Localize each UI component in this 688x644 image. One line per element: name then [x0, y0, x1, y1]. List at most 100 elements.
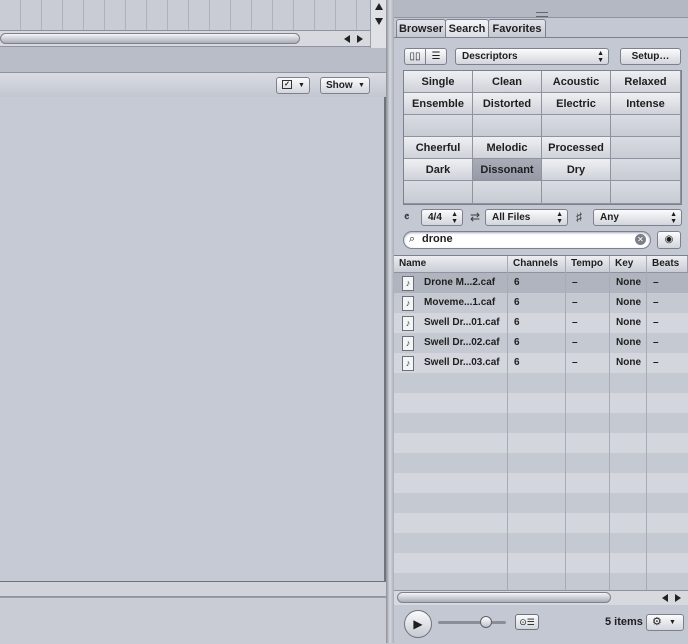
- volume-slider[interactable]: [438, 621, 506, 624]
- preview-mode-button[interactable]: ⊙☰: [515, 614, 539, 630]
- preview-bar: ▶ ⊙☰ 5 items ⚙ ▼: [394, 605, 688, 643]
- keyword-button[interactable]: [542, 115, 611, 137]
- column-header[interactable]: Tempo: [566, 256, 610, 272]
- editor-canvas[interactable]: [0, 97, 386, 581]
- cell-tempo: –: [572, 317, 578, 328]
- keyword-button[interactable]: Clean: [473, 71, 542, 93]
- keyword-button[interactable]: Relaxed: [611, 71, 681, 93]
- file-type-select[interactable]: All Files ▲ ▼: [485, 209, 568, 226]
- table-row: [394, 373, 688, 393]
- keyword-button[interactable]: [611, 115, 681, 137]
- show-label: Show: [326, 80, 353, 91]
- keyword-button[interactable]: [404, 181, 473, 204]
- search-options-button[interactable]: ◉: [657, 231, 681, 249]
- list-view-icon[interactable]: ☰: [426, 49, 446, 64]
- keyword-button[interactable]: [404, 115, 473, 137]
- chevron-updown-icon: ▲ ▼: [597, 50, 604, 64]
- scroll-right-arrow-icon[interactable]: [675, 594, 681, 602]
- search-icon: ⌕: [409, 233, 416, 245]
- column-header[interactable]: Beats: [647, 256, 688, 272]
- volume-slider-knob[interactable]: [480, 616, 492, 628]
- keyword-button[interactable]: Processed: [542, 137, 611, 159]
- keyword-button[interactable]: Dark: [404, 159, 473, 181]
- keyword-button[interactable]: Electric: [542, 93, 611, 115]
- scroll-down-arrow-icon[interactable]: [375, 18, 383, 25]
- tab-search[interactable]: Search: [445, 19, 489, 38]
- keyword-button[interactable]: [611, 181, 681, 204]
- keyword-button[interactable]: [611, 137, 681, 159]
- view-options-button[interactable]: ✓ ▼: [276, 77, 310, 94]
- cell-name: Swell Dr...01.caf: [424, 317, 500, 328]
- column-view-icon[interactable]: ▯▯: [405, 49, 426, 64]
- audio-file-icon: ♪: [402, 336, 414, 351]
- column-header[interactable]: Key: [610, 256, 647, 272]
- arrange-area: ✓ ▼ Show ▼: [0, 0, 387, 644]
- chevron-updown-icon: ▲ ▼: [451, 211, 458, 225]
- audio-file-icon: ♪: [402, 276, 414, 291]
- view-mode-select[interactable]: Descriptors ▲ ▼: [455, 48, 609, 65]
- panel-divider[interactable]: [386, 0, 394, 643]
- action-menu-button[interactable]: ⚙ ▼: [646, 614, 684, 631]
- tab-favorites[interactable]: Favorites: [488, 19, 546, 38]
- keyword-button[interactable]: Ensemble: [404, 93, 473, 115]
- play-button[interactable]: ▶: [404, 610, 432, 638]
- clear-search-icon[interactable]: ✕: [635, 234, 646, 245]
- cell-channels: 6: [514, 317, 520, 328]
- keyword-button[interactable]: Dissonant: [473, 159, 542, 181]
- scroll-right-arrow-icon[interactable]: [357, 35, 363, 43]
- scroll-left-arrow-icon[interactable]: [344, 35, 350, 43]
- vertical-scrollbar[interactable]: [370, 0, 387, 48]
- cell-beats: –: [653, 277, 659, 288]
- preview-list-icon: ⊙☰: [519, 617, 535, 627]
- table-row[interactable]: Moveme...1.caf 6 – None – ♪: [394, 293, 688, 313]
- time-signature-select[interactable]: 4/4 ▲ ▼: [421, 209, 463, 226]
- keyword-button[interactable]: Dry: [542, 159, 611, 181]
- keyword-button[interactable]: [473, 115, 542, 137]
- table-row[interactable]: Swell Dr...01.caf 6 – None – ♪: [394, 313, 688, 333]
- show-menu-button[interactable]: Show ▼: [320, 77, 370, 94]
- editor-scroll-bar[interactable]: [0, 581, 386, 597]
- timeline-ruler[interactable]: [0, 0, 370, 31]
- cell-name: Drone M...2.caf: [424, 277, 496, 288]
- table-row: [394, 413, 688, 433]
- setup-button[interactable]: Setup…: [620, 48, 681, 65]
- keyword-button[interactable]: Cheerful: [404, 137, 473, 159]
- table-row[interactable]: Swell Dr...02.caf 6 – None – ♪: [394, 333, 688, 353]
- results-horizontal-scrollbar[interactable]: [394, 590, 688, 606]
- keyword-button[interactable]: Melodic: [473, 137, 542, 159]
- scroll-left-arrow-icon[interactable]: [662, 594, 668, 602]
- keyword-button[interactable]: [542, 181, 611, 204]
- cell-key: None: [616, 277, 641, 288]
- column-header[interactable]: Channels: [508, 256, 566, 272]
- chevron-updown-icon: ▲ ▼: [556, 211, 563, 225]
- chevron-down-icon: ▼: [298, 82, 305, 89]
- audio-file-icon: ♪: [402, 296, 414, 311]
- cell-channels: 6: [514, 277, 520, 288]
- keyword-button[interactable]: Distorted: [473, 93, 542, 115]
- keyword-button[interactable]: Acoustic: [542, 71, 611, 93]
- horizontal-scrollbar[interactable]: [0, 31, 370, 47]
- table-row[interactable]: Drone M...2.caf 6 – None – ♪: [394, 273, 688, 293]
- keyword-button[interactable]: [473, 181, 542, 204]
- view-toggle[interactable]: ▯▯ ☰: [404, 48, 447, 65]
- table-row: [394, 473, 688, 493]
- tab-browser[interactable]: Browser: [396, 19, 446, 38]
- time-signature-icon: 𝄴: [404, 210, 410, 224]
- search-input[interactable]: ⌕ drone ✕: [403, 231, 651, 249]
- table-row[interactable]: Swell Dr...03.caf 6 – None – ♪: [394, 353, 688, 373]
- key-select[interactable]: Any ▲ ▼: [593, 209, 682, 226]
- target-icon: ◉: [664, 234, 674, 245]
- column-header[interactable]: Name: [394, 256, 508, 272]
- scrollbar-thumb[interactable]: [0, 33, 300, 44]
- scroll-up-arrow-icon[interactable]: [375, 3, 383, 10]
- cell-channels: 6: [514, 297, 520, 308]
- cell-tempo: –: [572, 357, 578, 368]
- resize-handle[interactable]: [536, 12, 548, 17]
- scrollbar-thumb[interactable]: [397, 592, 611, 603]
- chevron-updown-icon: ▲ ▼: [670, 211, 677, 225]
- keyword-button[interactable]: Single: [404, 71, 473, 93]
- keyword-button[interactable]: [611, 159, 681, 181]
- keyword-button[interactable]: Intense: [611, 93, 681, 115]
- editor-toolbar: ✓ ▼ Show ▼: [0, 72, 386, 98]
- column-divider: [609, 256, 610, 591]
